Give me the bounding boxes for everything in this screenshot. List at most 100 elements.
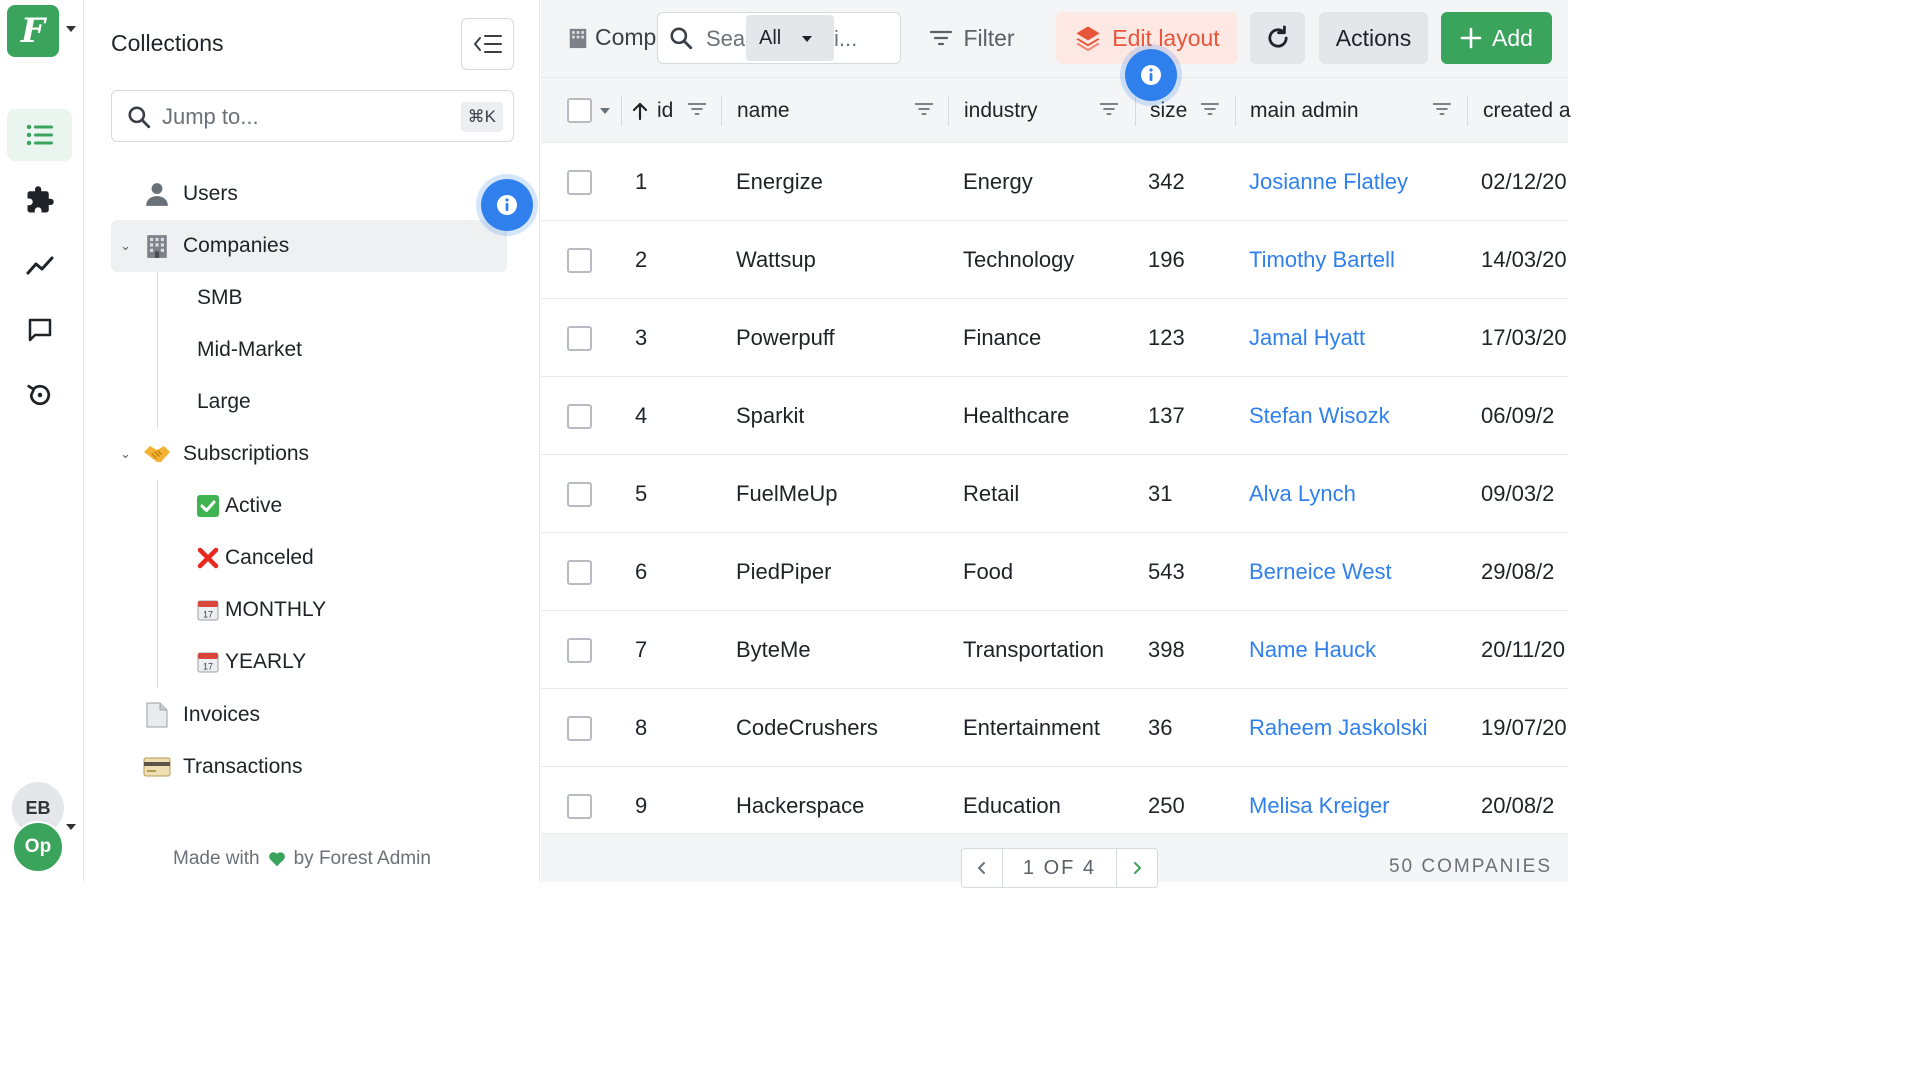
page-indicator[interactable]: 1 OF 4 (1002, 849, 1117, 887)
table-row[interactable]: 4 Sparkit Healthcare 137 Stefan Wisozk 06/09/… (541, 377, 1568, 455)
row-select-checkbox[interactable] (567, 455, 592, 533)
footer-suffix[interactable]: by Forest Admin (294, 848, 431, 870)
column-header-created-at[interactable]: created a (1483, 78, 1571, 143)
refresh-button[interactable] (1250, 12, 1305, 64)
cell-name: FuelMeUp (736, 481, 838, 506)
table-row[interactable]: 7 ByteMe Transportation 398 Name Hauck 20/11/… (541, 611, 1568, 689)
previous-page-button[interactable] (962, 849, 1002, 887)
cell-main-admin[interactable]: Jamal Hyatt (1249, 299, 1365, 377)
filter-label: Filter (963, 24, 1015, 51)
segment-active[interactable]: Active (197, 480, 282, 532)
segment-yearly[interactable]: 17 YEARLY (197, 636, 306, 688)
cell-industry: Energy (963, 169, 1033, 194)
calendar-icon: 17 (197, 651, 219, 673)
segment-label: SMB (197, 286, 243, 309)
segment-large[interactable]: Large (197, 376, 251, 428)
cell-main-admin[interactable]: Timothy Bartell (1249, 221, 1395, 299)
edit-layout-label: Edit layout (1112, 24, 1220, 51)
toolbar: Comp Sea All i... Filter Edit layout Act… (541, 0, 1568, 78)
heart-icon (268, 852, 285, 867)
cell-main-admin[interactable]: Name Hauck (1249, 611, 1376, 689)
rail-collections-button[interactable] (7, 109, 72, 161)
search-icon (128, 106, 151, 129)
project-dropdown-caret-icon[interactable] (66, 824, 76, 830)
cell-main-admin[interactable]: Alva Lynch (1249, 455, 1356, 533)
add-record-button[interactable]: Add (1441, 12, 1552, 64)
info-hotspot-icon[interactable] (1125, 49, 1177, 101)
column-filter-icon[interactable] (1099, 100, 1119, 118)
sidebar-item-label: Transactions (183, 755, 303, 778)
sidebar-item-users[interactable]: Users (111, 168, 507, 220)
sidebar-item-invoices[interactable]: Invoices (111, 689, 507, 741)
next-page-button[interactable] (1117, 849, 1157, 887)
column-filter-icon[interactable] (914, 100, 934, 118)
sidebar-item-companies[interactable]: ⌄ Companies (111, 220, 507, 272)
cell-id: 8 (635, 715, 648, 740)
row-select-checkbox[interactable] (567, 299, 592, 377)
column-label: created a (1483, 98, 1571, 122)
cell-size: 137 (1148, 403, 1185, 428)
rail-analytics-button[interactable] (7, 239, 72, 291)
cell-main-admin[interactable]: Josianne Flatley (1249, 143, 1408, 221)
segment-monthly[interactable]: 17 MONTHLY (197, 584, 326, 636)
pagination: 1 OF 4 (961, 848, 1158, 888)
records-search-input[interactable]: Sea All i... (657, 12, 901, 64)
row-select-checkbox[interactable] (567, 611, 592, 689)
cell-main-admin[interactable]: Stefan Wisozk (1249, 377, 1390, 455)
footer-prefix: Made with (173, 848, 260, 869)
sidebar-item-label: Subscriptions (183, 442, 310, 465)
list-icon (26, 124, 53, 146)
forest-admin-logo[interactable]: F (7, 5, 59, 57)
jump-to-search[interactable]: Jump to... ⌘K (111, 90, 514, 142)
cell-created: 17/03/20 (1481, 325, 1567, 350)
table-row[interactable]: 8 CodeCrushers Entertainment 36 Raheem Jasko… (541, 689, 1568, 767)
row-select-checkbox[interactable] (567, 377, 592, 455)
table-row[interactable]: 6 PiedPiper Food 543 Berneice West 29/08/2 (541, 533, 1568, 611)
chevron-down-icon[interactable]: ⌄ (120, 238, 131, 254)
handshake-icon (143, 440, 171, 468)
cell-id: 1 (635, 169, 648, 194)
column-filter-icon[interactable] (687, 100, 707, 118)
sidebar-item-transactions[interactable]: Transactions (111, 741, 507, 793)
column-header-id[interactable]: id (631, 78, 673, 143)
table-row[interactable]: 2 Wattsup Technology 196 Timothy Bartell 14/0… (541, 221, 1568, 299)
cell-created: 14/03/20 (1481, 247, 1567, 272)
row-select-checkbox[interactable] (567, 221, 592, 299)
segment-smb[interactable]: SMB (197, 272, 243, 324)
row-select-checkbox[interactable] (567, 689, 592, 767)
info-hotspot-icon[interactable] (481, 179, 533, 231)
row-select-checkbox[interactable] (567, 143, 592, 221)
column-separator (1235, 96, 1236, 126)
cell-main-admin[interactable]: Raheem Jaskolski (1249, 689, 1428, 767)
collapse-sidebar-button[interactable] (461, 18, 514, 70)
project-avatar[interactable]: Op (12, 821, 64, 873)
column-filter-icon[interactable] (1200, 100, 1220, 118)
actions-button[interactable]: Actions (1319, 12, 1428, 64)
segment-label: Large (197, 390, 251, 413)
rail-integrations-button[interactable] (7, 174, 72, 226)
select-all-checkbox[interactable] (567, 78, 610, 143)
logo-dropdown-caret-icon[interactable] (66, 26, 76, 32)
column-label: size (1150, 98, 1188, 122)
row-select-checkbox[interactable] (567, 533, 592, 611)
filter-button[interactable]: Filter (917, 12, 1027, 64)
table-row[interactable]: 5 FuelMeUp Retail 31 Alva Lynch 09/03/2 (541, 455, 1568, 533)
column-filter-icon[interactable] (1432, 100, 1452, 118)
cell-main-admin[interactable]: Berneice West (1249, 533, 1392, 611)
rail-activity-button[interactable] (7, 369, 72, 421)
cell-created: 29/08/2 (1481, 559, 1555, 584)
segment-canceled[interactable]: Canceled (197, 532, 314, 584)
cell-created: 19/07/20 (1481, 715, 1567, 740)
column-header-industry[interactable]: industry (964, 78, 1038, 143)
segment-mid-market[interactable]: Mid-Market (197, 324, 302, 376)
caret-down-icon[interactable] (600, 107, 610, 114)
column-header-name[interactable]: name (737, 78, 790, 143)
sidebar-item-subscriptions[interactable]: ⌄ Subscriptions (111, 428, 507, 480)
search-scope-dropdown[interactable]: All (746, 15, 834, 61)
column-header-main-admin[interactable]: main admin (1250, 78, 1359, 143)
table-row[interactable]: 3 Powerpuff Finance 123 Jamal Hyatt 17/03/20 (541, 299, 1568, 377)
chevron-down-icon[interactable]: ⌄ (120, 446, 131, 462)
cell-created: 09/03/2 (1481, 481, 1555, 506)
rail-inbox-button[interactable] (7, 304, 72, 356)
table-row[interactable]: 1 Energize Energy 342 Josianne Flatley 02/12/… (541, 143, 1568, 221)
